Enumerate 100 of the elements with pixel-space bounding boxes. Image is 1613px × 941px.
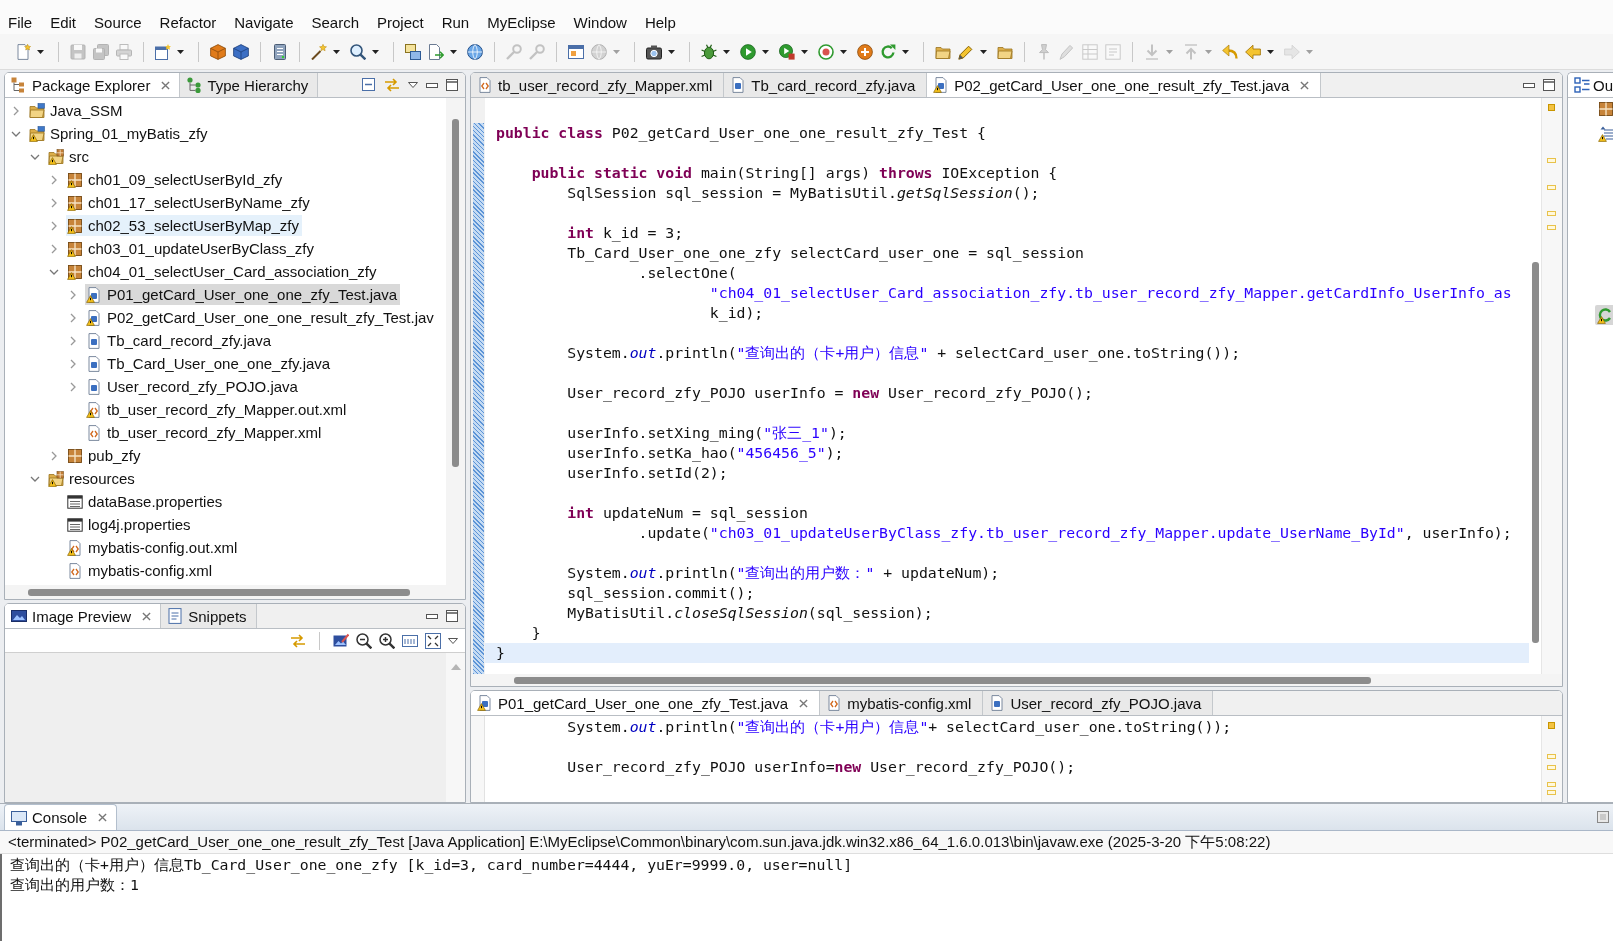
tree-item[interactable]: P01_getCard_User_one_one_zfy_Test.java (85, 284, 401, 305)
editor-tab[interactable]: P01_getCard_User_one_one_zfy_Test.java (471, 691, 821, 715)
chevron-right-icon[interactable] (51, 174, 57, 185)
dropdown-caret-icon[interactable] (1267, 49, 1274, 54)
dropdown-caret-icon[interactable] (980, 49, 987, 54)
view-tab[interactable]: Type Hierarchy (180, 73, 319, 97)
menu-item[interactable]: Window (573, 13, 627, 33)
view-menu-icon[interactable] (408, 82, 418, 88)
close-icon[interactable] (142, 611, 152, 621)
view-tab[interactable]: Console (4, 804, 118, 830)
dropdown-caret-icon[interactable] (840, 49, 847, 54)
menu-item[interactable]: Edit (50, 13, 77, 33)
dropdown-caret-icon[interactable] (723, 49, 730, 54)
add-icon[interactable] (856, 43, 873, 60)
chevron-down-icon[interactable] (30, 153, 40, 160)
minimize-icon[interactable] (426, 613, 438, 619)
tree-item[interactable]: pub_zfy (66, 445, 144, 466)
close-icon[interactable] (161, 80, 171, 90)
chevron-right-icon[interactable] (70, 289, 76, 300)
chevron-right-icon[interactable] (51, 243, 57, 254)
target-icon[interactable] (817, 43, 834, 60)
menu-item[interactable]: Help (644, 13, 676, 33)
chevron-right-icon[interactable] (51, 197, 57, 208)
list-warning-icon[interactable] (1598, 126, 1613, 142)
restore-icon[interactable] (1597, 811, 1609, 823)
dropdown-caret-icon[interactable] (801, 49, 808, 54)
bar-marker-icon[interactable] (1547, 158, 1556, 163)
search-icon[interactable] (349, 43, 366, 60)
tree-item[interactable]: ch01_09_selectUserById_zfy (66, 169, 286, 190)
maximize-icon[interactable] (1543, 79, 1555, 91)
new-window-icon[interactable] (154, 43, 171, 60)
tree-item[interactable]: src (47, 146, 92, 167)
menu-item[interactable]: Source (94, 13, 142, 33)
square-marker-icon[interactable] (1548, 104, 1555, 111)
zoom-in-icon[interactable] (379, 632, 395, 649)
tree-item[interactable]: dataBase.properties (66, 491, 226, 512)
view-tab[interactable]: Snippets (161, 604, 257, 628)
menu-item[interactable]: Refactor (159, 13, 217, 33)
ring-warning-icon[interactable] (1595, 305, 1613, 325)
chevron-right-icon[interactable] (70, 312, 76, 323)
editor-tab[interactable]: mybatis-config.xml (820, 691, 984, 715)
bar-marker-icon[interactable] (1547, 790, 1556, 795)
tree-item[interactable]: mybatis-config.xml (66, 560, 216, 581)
tree-item[interactable]: ch01_17_selectUserByName_zfy (66, 192, 313, 213)
box-icon[interactable] (209, 43, 226, 60)
tree-item[interactable]: tb_user_record_zfy_Mapper.xml (85, 422, 325, 443)
editor-tab[interactable]: P02_getCard_User_one_one_result_zfy_Test.java (927, 73, 1322, 97)
menu-item[interactable]: Search (311, 13, 359, 33)
arrow-left-icon[interactable] (1244, 43, 1261, 60)
tree-item[interactable]: ch04_01_selectUser_Card_association_zfy (66, 261, 380, 282)
bug-icon[interactable] (700, 43, 717, 60)
run-icon[interactable] (739, 43, 756, 60)
bar-marker-icon[interactable] (1547, 225, 1556, 230)
tree-item[interactable]: mybatis-config.out.xml (66, 537, 241, 558)
scrollbar-thumb[interactable] (1531, 262, 1539, 643)
server-icon[interactable] (271, 43, 288, 60)
tree-item[interactable]: User_record_zfy_POJO.java (85, 376, 301, 397)
scrollbar-thumb[interactable] (28, 588, 410, 596)
menu-item[interactable]: Project (377, 13, 424, 33)
fit-screen-icon[interactable] (425, 632, 441, 649)
document-arrow-icon[interactable] (427, 43, 444, 60)
tree-item[interactable]: Java_SSM (28, 100, 126, 121)
dropdown-caret-icon[interactable] (177, 49, 184, 54)
editor-tab[interactable]: Tb_card_record_zfy.java (724, 73, 928, 97)
close-icon[interactable] (98, 813, 108, 822)
bar-marker-icon[interactable] (1547, 765, 1556, 770)
close-icon[interactable] (1300, 80, 1310, 90)
chevron-down-icon[interactable] (11, 130, 21, 137)
tree-item[interactable]: log4j.properties (66, 514, 194, 535)
dropdown-caret-icon[interactable] (762, 49, 769, 54)
tree-item[interactable]: ch03_01_updateUserByClass_zfy (66, 238, 317, 259)
back-arrow-icon[interactable] (1221, 43, 1238, 60)
dropdown-caret-icon[interactable] (37, 49, 44, 54)
editor-tab[interactable]: User_record_zfy_POJO.java (983, 691, 1214, 715)
tree-item[interactable]: tb_user_record_zfy_Mapper.out.xml (85, 399, 350, 420)
bar-marker-icon[interactable] (1547, 782, 1556, 787)
magic-wand-icon[interactable] (310, 43, 327, 60)
bar-marker-icon[interactable] (1547, 754, 1556, 759)
menu-item[interactable]: File (8, 13, 33, 33)
tree-item[interactable]: Tb_card_record_zfy.java (85, 330, 274, 351)
camera-icon[interactable] (645, 43, 662, 60)
pencil-icon[interactable] (957, 43, 974, 60)
zoom-out-icon[interactable] (356, 632, 372, 649)
dropdown-caret-icon[interactable] (372, 49, 379, 54)
globe-icon[interactable] (466, 43, 483, 60)
link-arrows-icon[interactable] (290, 632, 306, 649)
tree-item[interactable]: P02_getCard_User_one_one_result_zfy_Test.jav (85, 307, 437, 328)
tree-item[interactable]: ch02_53_selectUserByMap_zfy (66, 215, 302, 236)
editor-tab[interactable]: tb_user_record_zfy_Mapper.xml (471, 73, 725, 97)
view-tab[interactable]: Ou (1568, 73, 1613, 97)
square-marker-icon[interactable] (1548, 722, 1555, 729)
chevron-down-icon[interactable] (49, 268, 59, 275)
chevron-right-icon[interactable] (51, 450, 57, 461)
dropdown-caret-icon[interactable] (333, 49, 340, 54)
view-tab[interactable]: Image Preview (5, 604, 162, 628)
chevron-right-icon[interactable] (70, 381, 76, 392)
actual-size-icon[interactable] (402, 632, 418, 649)
menu-item[interactable]: Run (441, 13, 470, 33)
maximize-icon[interactable] (446, 610, 458, 622)
view-menu-icon[interactable] (448, 637, 458, 644)
